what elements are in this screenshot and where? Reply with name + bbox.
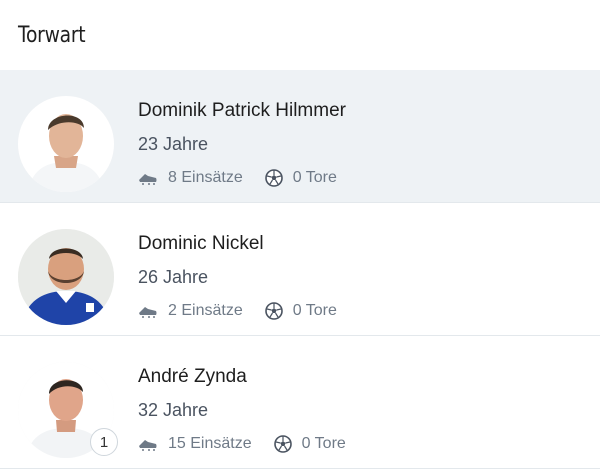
soccer-ball-icon: [264, 169, 283, 187]
goals-count: 0 Tore: [292, 169, 337, 186]
player-info: Dominic Nickel 26 Jahre 2 Einsätze 0 Tor…: [138, 233, 359, 320]
player-row[interactable]: 1 André Zynda 32 Jahre 15 Einsätze 0 Tor…: [0, 336, 600, 469]
football-boot-icon: [138, 171, 158, 185]
appearances-count: 8 Einsätze: [168, 169, 243, 186]
player-age: 23 Jahre: [138, 134, 209, 154]
football-boot-icon: [138, 304, 158, 318]
jersey-number-badge: 1: [90, 428, 118, 456]
goals-stat: 0 Tore: [264, 302, 337, 320]
player-info: Dominik Patrick Hilmmer 23 Jahre 8 Einsä…: [138, 100, 359, 187]
goals-stat: 0 Tore: [264, 169, 337, 187]
goals-count: 0 Tore: [301, 435, 346, 452]
player-age: 26 Jahre: [138, 267, 209, 287]
football-boot-icon: [138, 437, 158, 451]
appearances-stat: 8 Einsätze: [138, 169, 243, 187]
player-name[interactable]: Dominic Nickel: [138, 233, 359, 255]
player-info: André Zynda 32 Jahre 15 Einsätze 0 Tore: [138, 366, 368, 453]
goals-count: 0 Tore: [292, 302, 337, 319]
player-stats: 8 Einsätze 0 Tore: [138, 169, 359, 187]
player-stats: 15 Einsätze 0 Tore: [138, 435, 368, 453]
player-name[interactable]: Dominik Patrick Hilmmer: [138, 100, 359, 122]
player-row[interactable]: Dominik Patrick Hilmmer 23 Jahre 8 Einsä…: [0, 70, 600, 203]
soccer-ball-icon: [264, 302, 283, 320]
appearances-stat: 15 Einsätze: [138, 435, 252, 453]
player-row[interactable]: Dominic Nickel 26 Jahre 2 Einsätze 0 Tor…: [0, 203, 600, 336]
section-header: Torwart: [0, 0, 600, 70]
position-section: Torwart Dominik Patrick Hilmmer 23 Jahre…: [0, 0, 600, 469]
soccer-ball-icon: [273, 435, 292, 453]
section-title: Torwart: [18, 22, 86, 48]
player-age: 32 Jahre: [138, 400, 209, 420]
appearances-count: 15 Einsätze: [168, 435, 252, 452]
player-avatar: [18, 229, 114, 325]
appearances-count: 2 Einsätze: [168, 302, 243, 319]
appearances-stat: 2 Einsätze: [138, 302, 243, 320]
player-stats: 2 Einsätze 0 Tore: [138, 302, 359, 320]
player-avatar: [18, 96, 114, 192]
goals-stat: 0 Tore: [273, 435, 346, 453]
player-name[interactable]: André Zynda: [138, 366, 368, 388]
